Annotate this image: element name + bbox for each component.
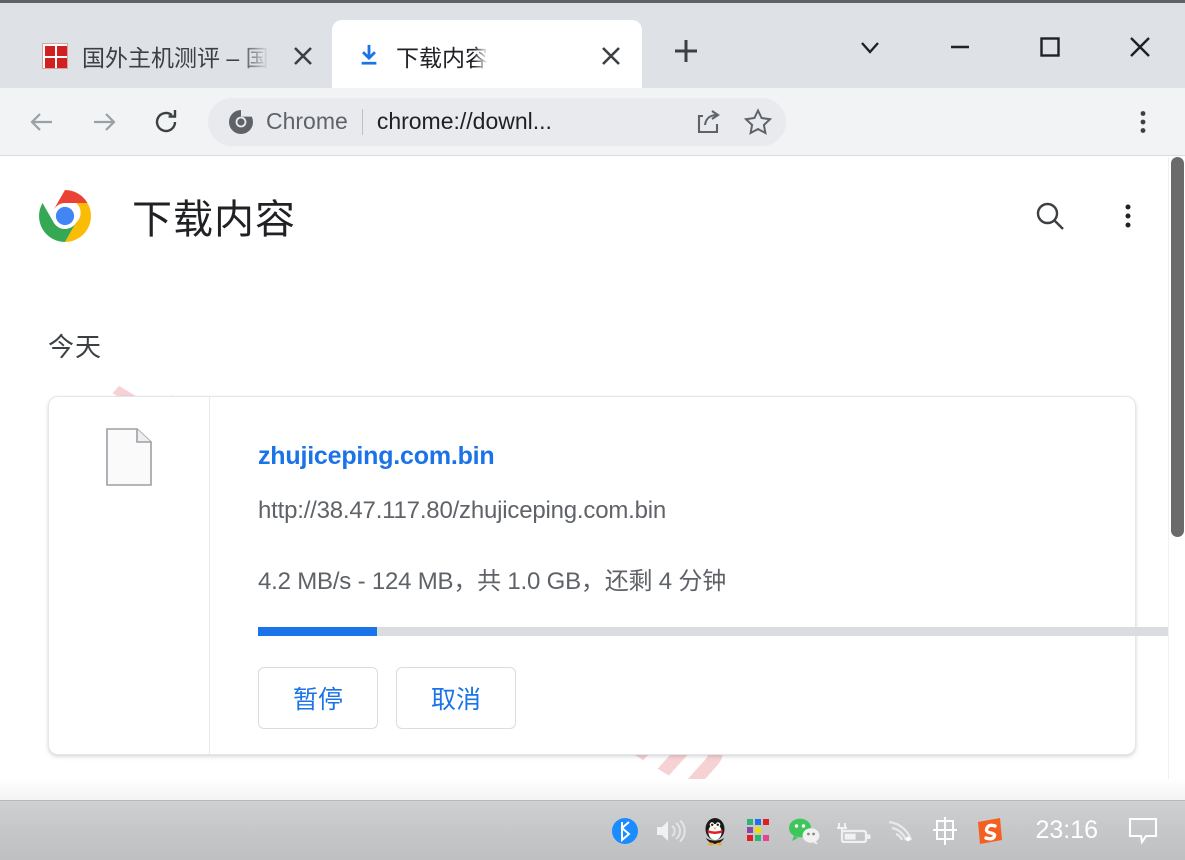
page-bottom-edge: [0, 779, 1185, 800]
chevron-down-icon: [861, 42, 879, 54]
omnibox-divider: [361, 108, 363, 135]
page-scrollbar[interactable]: [1168, 157, 1185, 800]
system-taskbar: 23:16: [0, 800, 1185, 860]
browser-menu-button[interactable]: [1123, 102, 1163, 142]
download-source-url: http://38.47.117.80/zhujiceping.com.bin: [258, 497, 667, 524]
maximize-button[interactable]: [1005, 3, 1095, 91]
tray-wechat-icon[interactable]: [781, 801, 827, 860]
tray-battery-icon[interactable]: [827, 801, 879, 860]
tray-bluetooth-icon[interactable]: [603, 801, 647, 860]
reload-button[interactable]: [138, 94, 194, 150]
tab-title: 下载内容: [396, 44, 488, 71]
download-arrow-icon: [361, 44, 377, 65]
share-button[interactable]: [686, 100, 730, 144]
star-icon: [743, 107, 773, 135]
sogou-icon: [978, 817, 1003, 844]
address-bar[interactable]: Chrome chrome://downl...: [208, 97, 786, 146]
battery-charging-icon: [837, 822, 871, 843]
tab-close-button[interactable]: [288, 41, 318, 71]
close-icon: [294, 46, 312, 65]
download-file-name[interactable]: zhujiceping.com.bin: [258, 442, 1185, 471]
window-controls: [825, 3, 1185, 91]
download-item-details: zhujiceping.com.bin http://38.47.117.80/…: [210, 397, 1185, 754]
chrome-mono-icon: [229, 109, 253, 134]
taskbar-clock[interactable]: 23:16: [1013, 801, 1120, 860]
downloads-page: 下载内容 zhujiceping.com 今天: [0, 157, 1185, 800]
new-tab-button[interactable]: [662, 27, 710, 75]
qq-penguin-icon: [705, 817, 725, 845]
tray-notification-icon[interactable]: [1120, 801, 1185, 860]
browser-toolbar: Chrome chrome://downl...: [0, 88, 1185, 156]
tab-downloads[interactable]: 下载内容: [332, 20, 642, 91]
speaker-icon: [657, 819, 687, 842]
tray-sogou-icon[interactable]: [967, 801, 1013, 860]
download-status-text: 4.2 MB/s - 124 MB，共 1.0 GB，还剩 4 分钟: [258, 568, 726, 595]
notification-bubble-icon: [1128, 817, 1158, 845]
tab-search-button[interactable]: [825, 3, 915, 91]
reload-icon: [155, 109, 177, 132]
tab-close-button[interactable]: [596, 41, 626, 71]
tab-guowai-zhuji[interactable]: 国外主机测评 – 国: [14, 20, 334, 91]
download-action-buttons: 暂停 取消: [258, 667, 1185, 729]
search-icon: [1036, 202, 1064, 230]
tray-colorapp-icon[interactable]: [737, 801, 781, 860]
maximize-icon: [1040, 37, 1060, 57]
page-menu-button[interactable]: [1100, 188, 1156, 244]
cancel-button[interactable]: 取消: [396, 667, 516, 729]
download-progress-fill: [258, 627, 377, 636]
three-dot-menu-icon: [1140, 110, 1146, 133]
close-icon: [602, 46, 620, 65]
header-actions: [1000, 188, 1156, 244]
wifi-icon: [889, 820, 913, 841]
chrome-color-icon: [39, 190, 91, 242]
close-icon: [1130, 37, 1150, 57]
wechat-icon: [789, 818, 820, 845]
three-dot-menu-icon: [1125, 204, 1131, 228]
omnibox-url-text[interactable]: chrome://downl...: [377, 108, 686, 135]
downloads-header: 下载内容: [0, 157, 1178, 275]
ime-chinese-icon: [933, 816, 958, 845]
bookmark-button[interactable]: [736, 100, 780, 144]
close-button[interactable]: [1095, 3, 1185, 91]
color-squares-icon: [747, 818, 770, 841]
pause-button[interactable]: 暂停: [258, 667, 378, 729]
page-title: 下载内容: [132, 198, 296, 242]
file-icon-column: [49, 397, 210, 754]
tray-wifi-icon[interactable]: [879, 801, 923, 860]
forward-button[interactable]: [76, 94, 132, 150]
red-seal-favicon: [42, 42, 68, 69]
bluetooth-icon: [612, 817, 639, 844]
share-icon: [697, 109, 720, 133]
document-file-icon: [106, 428, 152, 486]
scrollbar-thumb[interactable]: [1171, 157, 1184, 537]
section-header-today: 今天: [48, 332, 103, 362]
download-progress-bar: [258, 627, 1185, 636]
arrow-left-icon: [30, 112, 52, 131]
tab-strip: 国外主机测评 – 国 下载内容: [0, 0, 1185, 91]
omnibox-scheme-label: Chrome: [266, 108, 348, 134]
plus-icon: [675, 40, 697, 62]
minimize-icon: [951, 45, 969, 49]
tray-ime-icon[interactable]: [923, 801, 967, 860]
tab-title: 国外主机测评 – 国: [82, 44, 269, 71]
arrow-right-icon: [94, 112, 116, 131]
search-button[interactable]: [1022, 188, 1078, 244]
browser-window: 国外主机测评 – 国 下载内容 Chrome chrome://downl...…: [0, 0, 1185, 860]
back-button[interactable]: [14, 94, 70, 150]
minimize-button[interactable]: [915, 3, 1005, 91]
tray-volume-icon[interactable]: [647, 801, 693, 860]
download-item-card[interactable]: zhujiceping.com.bin http://38.47.117.80/…: [48, 396, 1185, 755]
tray-qq-icon[interactable]: [693, 801, 737, 860]
